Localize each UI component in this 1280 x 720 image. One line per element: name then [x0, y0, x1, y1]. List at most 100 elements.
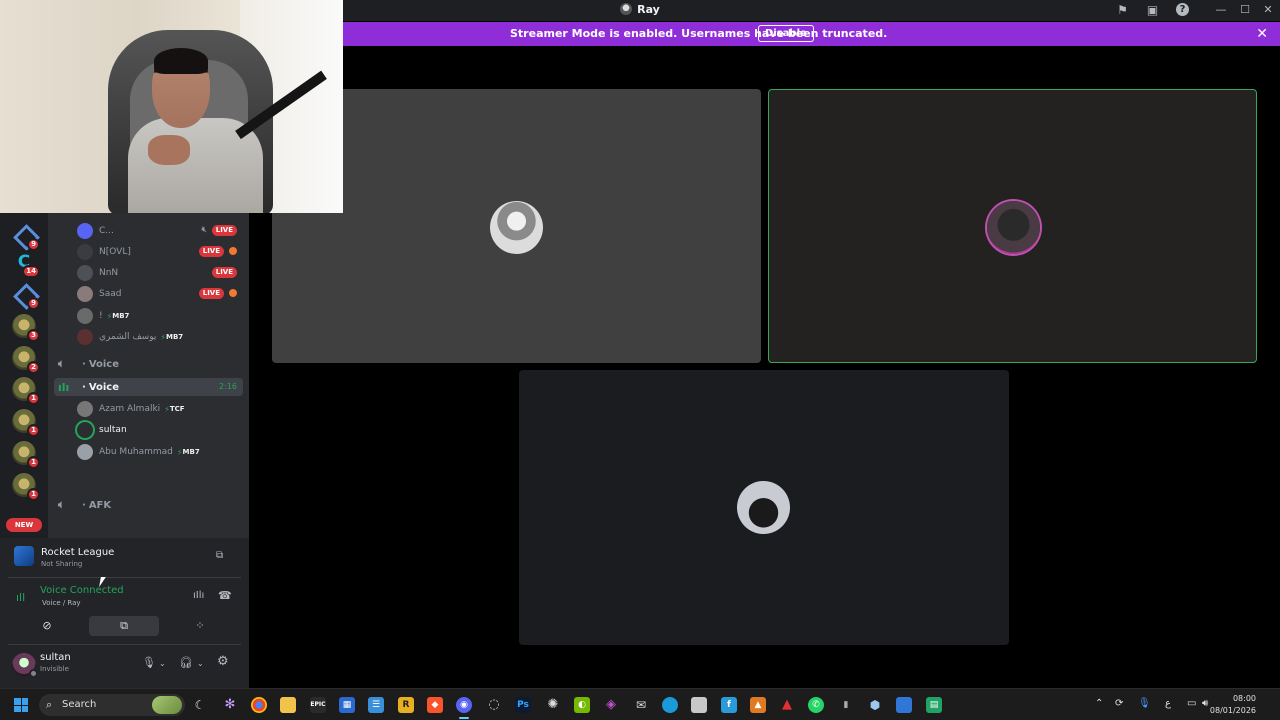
- share-screen-icon[interactable]: ⧉: [216, 550, 223, 561]
- voice-connected-title[interactable]: Voice Connected: [40, 585, 124, 596]
- app-icon[interactable]: ▤: [926, 697, 942, 713]
- divider: [8, 644, 241, 645]
- voice-member[interactable]: يوسف الشمري ⚡ MB7: [77, 328, 183, 346]
- voice-member[interactable]: C...: [77, 222, 114, 240]
- rocket-league-taskbar-icon[interactable]: [896, 697, 912, 713]
- participant-avatar: [987, 201, 1040, 254]
- app-icon[interactable]: ◌: [486, 697, 502, 713]
- server-icon[interactable]: 9: [12, 282, 40, 310]
- username[interactable]: sultan: [40, 652, 71, 663]
- search-icon: ⌕: [46, 698, 53, 711]
- disconnect-icon[interactable]: ☎: [218, 589, 232, 602]
- server-icon[interactable]: 1: [12, 377, 40, 405]
- participant-tile[interactable]: [519, 370, 1009, 645]
- app-icon[interactable]: ✻: [222, 697, 238, 713]
- app-icon[interactable]: [691, 697, 707, 713]
- app-icon[interactable]: ▲: [750, 697, 766, 713]
- network-icon[interactable]: ▭: [1187, 698, 1196, 709]
- chrome-icon[interactable]: [251, 697, 267, 713]
- epic-games-icon[interactable]: EPIC: [310, 697, 326, 713]
- voice-member[interactable]: NnN: [77, 264, 118, 282]
- noise-suppression-icon[interactable]: ıIlı: [193, 590, 204, 601]
- voice-connected-channel[interactable]: Voice / Ray: [42, 599, 81, 607]
- user-avatar: [77, 422, 93, 438]
- tray-mic-icon[interactable]: 🎙︎: [1138, 698, 1151, 709]
- server-icon[interactable]: 1: [12, 473, 40, 501]
- taskview-icon[interactable]: ☾: [192, 697, 208, 713]
- live-badge: LIVE: [198, 288, 224, 299]
- app-icon[interactable]: ◈: [603, 697, 619, 713]
- chevron-down-icon[interactable]: ⌄: [197, 659, 204, 668]
- camera-off-button[interactable]: ⊘: [12, 616, 82, 636]
- language-indicator[interactable]: ع: [1165, 698, 1171, 709]
- server-icon[interactable]: 1: [12, 409, 40, 437]
- notes-icon[interactable]: ☰: [368, 697, 384, 713]
- server-icon[interactable]: 9: [12, 223, 40, 251]
- edge-icon[interactable]: [662, 697, 678, 713]
- voice-channel[interactable]: 🔈︎ · Voice: [54, 355, 243, 373]
- user-panel: Rocket League Not Sharing ⧉ ıll Voice Co…: [0, 538, 249, 688]
- close-window-icon[interactable]: ✕: [1260, 2, 1276, 18]
- afk-channel[interactable]: 🔈︎ · AFK: [54, 496, 243, 514]
- taskbar-search[interactable]: ⌕ Search: [39, 694, 185, 716]
- windows-start-icon[interactable]: [14, 698, 28, 712]
- brave-icon[interactable]: ◆: [427, 697, 443, 713]
- user-status: Invisible: [40, 665, 69, 673]
- app-r-icon[interactable]: R: [398, 697, 414, 713]
- speaker-icon: 🔈︎: [58, 498, 65, 511]
- tray-app-icon[interactable]: ⟳: [1115, 698, 1123, 709]
- settings-gear-icon[interactable]: ⚙: [217, 654, 229, 669]
- server-icon[interactable]: C 14: [12, 250, 40, 278]
- disable-streamer-mode-button[interactable]: Disable: [758, 25, 814, 42]
- chevron-down-icon[interactable]: ⌄: [159, 659, 166, 668]
- screen-share-button[interactable]: ⧉: [89, 616, 159, 636]
- voice-channel-active[interactable]: ılı · Voice 2:16: [54, 378, 243, 396]
- volume-icon[interactable]: 🔊︎: [1202, 698, 1208, 709]
- voice-member[interactable]: N[OVL]: [77, 243, 131, 261]
- voice-member[interactable]: Abu Muhammad ⚡ MB7: [77, 443, 200, 461]
- app-icon[interactable]: ▮: [838, 697, 854, 713]
- store-icon[interactable]: ▦: [339, 697, 355, 713]
- voice-member[interactable]: ! ⚡ MB7: [77, 307, 129, 325]
- steelseries-icon[interactable]: ✺: [545, 697, 561, 713]
- rocket-league-icon: [14, 546, 34, 566]
- mail-icon[interactable]: ✉: [633, 697, 649, 713]
- discord-avatar: [77, 265, 93, 281]
- participant-tile[interactable]: [272, 89, 761, 363]
- maximize-icon[interactable]: ☐: [1237, 2, 1253, 18]
- whatsapp-icon[interactable]: ✆: [808, 697, 824, 713]
- server-icon[interactable]: 1: [12, 441, 40, 469]
- nvidia-icon[interactable]: ◐: [574, 697, 590, 713]
- taskbar-clock[interactable]: 08:00 08/01/2026: [1210, 693, 1256, 717]
- voice-member[interactable]: Azam Almalki ⚡ TCF: [77, 400, 185, 418]
- photoshop-icon[interactable]: Ps: [515, 697, 531, 713]
- server-rail: 9 C 14 9 3 2 1 1 1 1: [0, 213, 48, 538]
- steam-icon[interactable]: ⬢: [867, 697, 883, 713]
- voice-timer: 2:16: [219, 382, 237, 391]
- help-icon[interactable]: ?: [1176, 3, 1189, 16]
- activities-button[interactable]: ⁘: [165, 616, 235, 636]
- minimize-icon[interactable]: —: [1213, 2, 1229, 18]
- inbox-icon[interactable]: ▣: [1145, 3, 1160, 18]
- app-f-icon[interactable]: f: [721, 697, 737, 713]
- server-icon[interactable]: 2: [12, 346, 40, 374]
- microphone-icon[interactable]: 🎙︎: [142, 656, 156, 669]
- server-icon[interactable]: 3: [12, 314, 40, 342]
- flag-icon[interactable]: ⚑: [1115, 3, 1130, 18]
- user-avatar: [77, 286, 93, 302]
- invisible-status-icon: [29, 669, 38, 678]
- file-explorer-icon[interactable]: [280, 697, 296, 713]
- participant-tile-speaking[interactable]: [768, 89, 1257, 363]
- discord-taskbar-icon[interactable]: ◉: [456, 697, 472, 719]
- voice-member[interactable]: Saad: [77, 285, 121, 303]
- tray-overflow-icon[interactable]: ⌃: [1095, 698, 1103, 709]
- close-banner-icon[interactable]: ✕: [1256, 26, 1268, 42]
- user-avatar: [77, 244, 93, 260]
- live-badge: LIVE: [211, 225, 237, 236]
- live-badge: LIVE: [211, 267, 237, 278]
- muted-icon: 🔇︎: [201, 225, 207, 235]
- speaker-icon: 🔈︎: [58, 357, 65, 370]
- app-icon[interactable]: ▲: [779, 697, 795, 713]
- headphones-icon[interactable]: 🎧︎: [179, 656, 193, 669]
- voice-member-self[interactable]: sultan: [77, 421, 127, 439]
